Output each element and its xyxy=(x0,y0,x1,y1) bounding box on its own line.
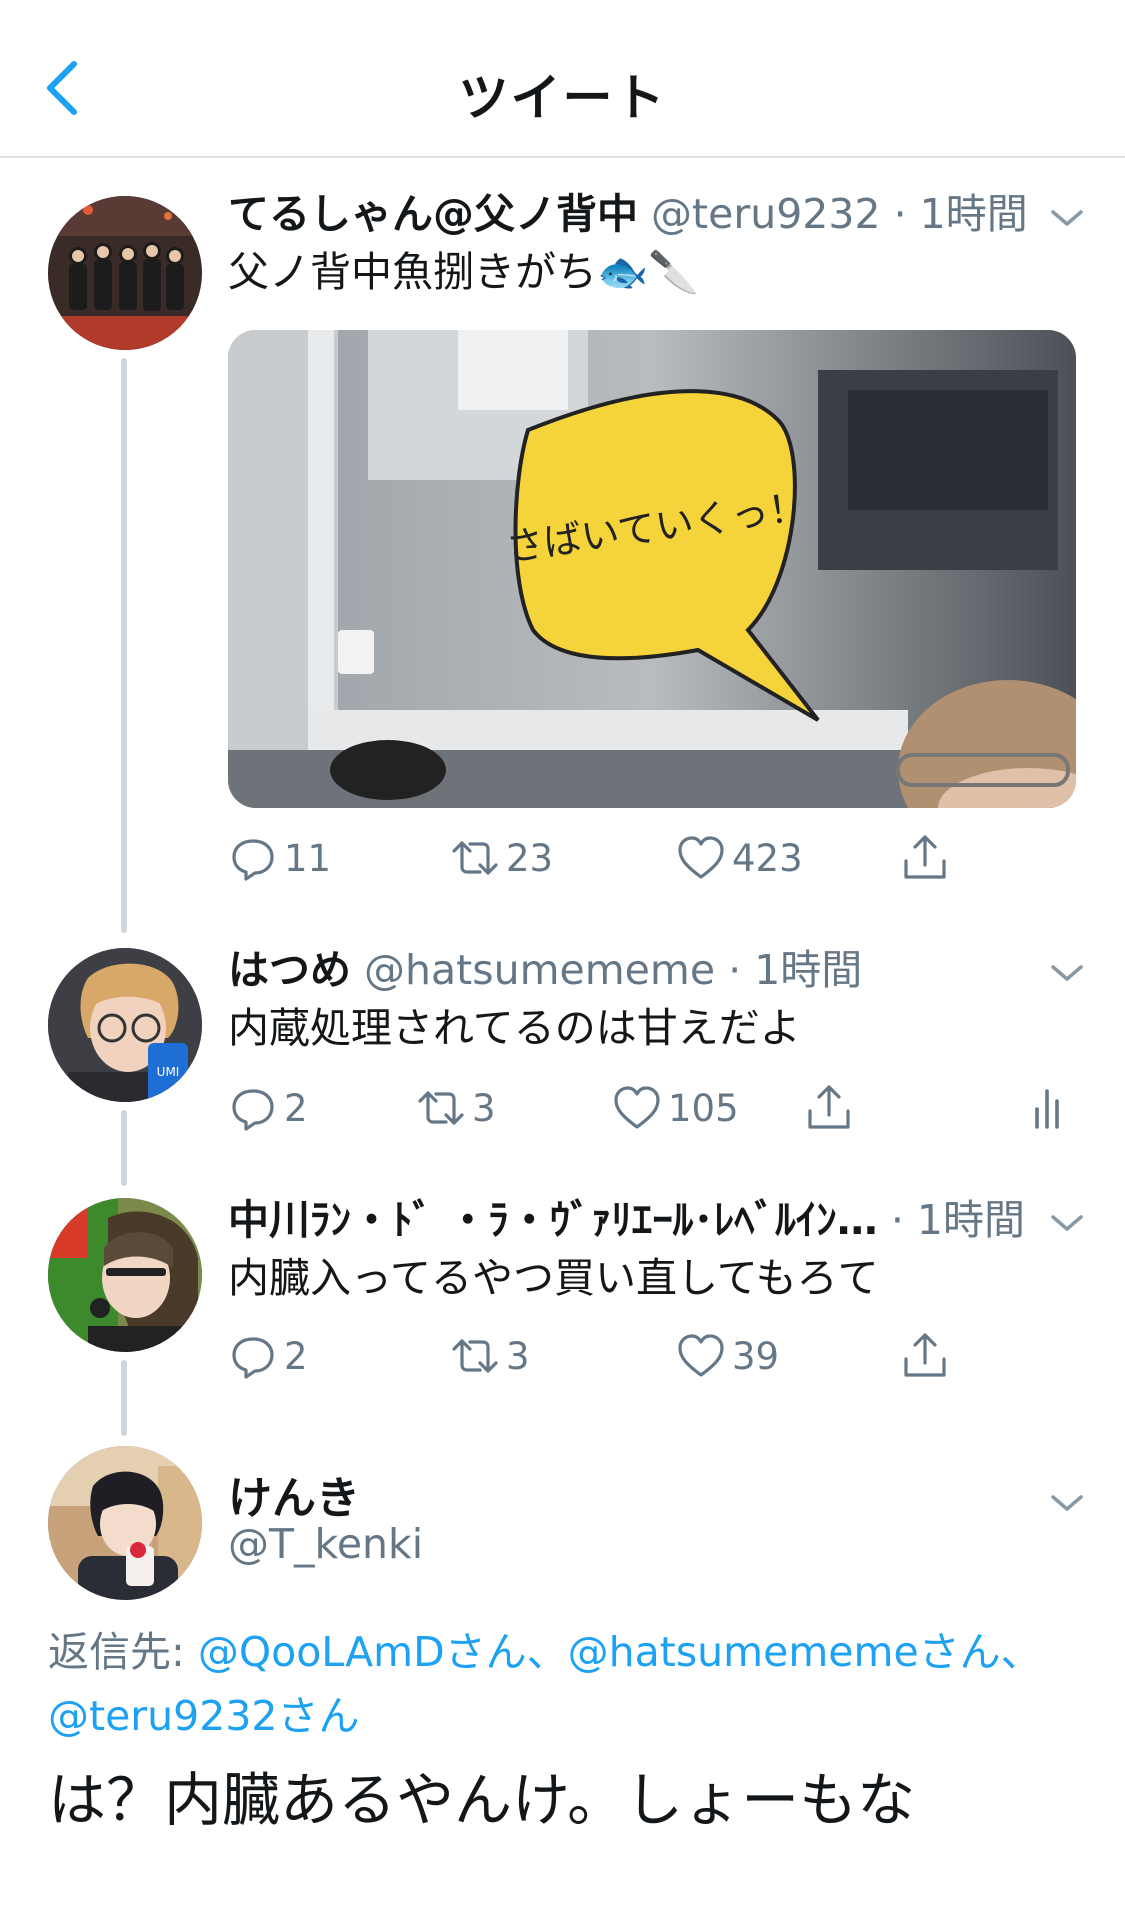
like-count: 423 xyxy=(732,836,803,880)
reply-icon xyxy=(232,1089,274,1131)
retweet-button[interactable]: 3 xyxy=(416,1078,496,1138)
tweet-text: 父ノ背中魚捌きがち🐟🔪 xyxy=(228,248,700,296)
thread-line xyxy=(121,1110,127,1186)
share-icon xyxy=(904,1333,946,1377)
analytics-icon xyxy=(1035,1089,1059,1129)
tweet-header: はつめ @hatsumememe · 1時間 xyxy=(228,940,862,1000)
page-title: ツイート xyxy=(458,69,667,127)
nav-header: ツイート xyxy=(0,0,1125,158)
reply-icon xyxy=(232,839,274,881)
like-count: 105 xyxy=(668,1086,739,1130)
avatar[interactable] xyxy=(48,1446,202,1600)
retweet-icon xyxy=(418,1091,464,1125)
display-name[interactable]: はつめ xyxy=(228,946,351,994)
timestamp[interactable]: 1時間 xyxy=(917,1196,1025,1244)
separator-dot: · xyxy=(893,190,907,238)
heart-icon xyxy=(678,836,724,879)
retweet-count: 3 xyxy=(472,1086,496,1130)
tweet-media[interactable]: さばいていくっ！ xyxy=(228,330,1076,808)
share-button[interactable] xyxy=(900,1326,950,1386)
timestamp[interactable]: 1時間 xyxy=(920,190,1028,238)
share-button[interactable] xyxy=(900,828,950,888)
user-handle[interactable]: @T_kenki xyxy=(228,1520,423,1568)
like-count: 39 xyxy=(732,1334,780,1378)
reply-icon xyxy=(232,1337,274,1379)
share-icon xyxy=(808,1085,850,1129)
reply-button[interactable]: 2 xyxy=(228,1326,308,1386)
share-button[interactable] xyxy=(804,1078,854,1138)
display-name[interactable]: 中川ﾗﾝ・ﾄﾞ ・ﾗ・ｳﾞｧﾘｴｰﾙ･ﾚﾍﾞﾙｲﾝ… xyxy=(228,1196,878,1244)
chevron-down-icon xyxy=(1051,965,1083,981)
avatar[interactable] xyxy=(48,196,202,350)
avatar[interactable] xyxy=(48,1198,202,1352)
retweet-icon xyxy=(452,841,498,875)
tweet-menu-button[interactable] xyxy=(1047,203,1087,233)
retweet-count: 3 xyxy=(506,1334,530,1378)
reply-button[interactable]: 11 xyxy=(228,828,331,888)
tweet-menu-button[interactable] xyxy=(1047,958,1087,988)
like-button[interactable]: 423 xyxy=(676,828,803,888)
thread-line xyxy=(121,1360,127,1436)
tweet-text: 内臓入ってるやつ買い直してもろて xyxy=(228,1254,879,1302)
tweet-menu-button[interactable] xyxy=(1047,1208,1087,1238)
reply-button[interactable]: 2 xyxy=(228,1078,308,1138)
like-button[interactable]: 105 xyxy=(612,1078,739,1138)
retweet-button[interactable]: 3 xyxy=(450,1326,530,1386)
reply-context: 返信先: @QooLAmDさん、@hatsumememeさん、 @teru9232… xyxy=(48,1620,1088,1748)
user-handle[interactable]: @teru9232 xyxy=(651,190,880,238)
retweet-button[interactable]: 23 xyxy=(450,828,553,888)
thread-line xyxy=(121,358,127,933)
avatar[interactable]: UMI xyxy=(48,948,202,1102)
chevron-down-icon xyxy=(1051,210,1083,226)
like-button[interactable]: 39 xyxy=(676,1326,779,1386)
mention-link[interactable]: @teru9232さん xyxy=(48,1692,359,1740)
reply-count: 11 xyxy=(284,836,332,880)
separator-dot: · xyxy=(728,946,742,994)
reply-label: 返信先: xyxy=(48,1628,198,1676)
user-handle[interactable]: @hatsumememe xyxy=(364,946,715,994)
retweet-icon xyxy=(452,1339,498,1373)
separator-dot: · xyxy=(890,1196,904,1244)
reply-count: 2 xyxy=(284,1334,308,1378)
chevron-down-icon xyxy=(1051,1495,1083,1511)
heart-icon xyxy=(678,1334,724,1377)
display-name[interactable]: てるしゃん@父ノ背中 xyxy=(228,190,638,238)
mention-link[interactable]: @hatsumememeさん xyxy=(568,1628,1001,1676)
analytics-button[interactable] xyxy=(1025,1078,1075,1138)
tweet-text: は？内臓あるやんけ。しょーもな xyxy=(48,1766,916,1834)
display-name[interactable]: けんき xyxy=(228,1462,360,1526)
mention-separator: 、 xyxy=(526,1628,568,1676)
timestamp[interactable]: 1時間 xyxy=(754,946,862,994)
mention-link[interactable]: @QooLAmDさん xyxy=(198,1628,527,1676)
mention-separator: 、 xyxy=(1000,1628,1042,1676)
tweet-header: てるしゃん@父ノ背中 @teru9232 · 1時間 xyxy=(228,184,1028,244)
photo-image: さばいていくっ！ xyxy=(228,330,1076,808)
reply-count: 2 xyxy=(284,1086,308,1130)
chevron-down-icon xyxy=(1051,1215,1083,1231)
share-icon xyxy=(904,835,946,879)
tweet-menu-button[interactable] xyxy=(1047,1488,1087,1518)
retweet-count: 23 xyxy=(506,836,554,880)
tweet-text: 内蔵処理されてるのは甘えだよ xyxy=(228,1004,801,1052)
svg-text:UMI: UMI xyxy=(157,1065,180,1079)
heart-icon xyxy=(614,1086,660,1129)
tweet-header: 中川ﾗﾝ・ﾄﾞ ・ﾗ・ｳﾞｧﾘｴｰﾙ･ﾚﾍﾞﾙｲﾝ… · 1時間 xyxy=(228,1190,1025,1250)
